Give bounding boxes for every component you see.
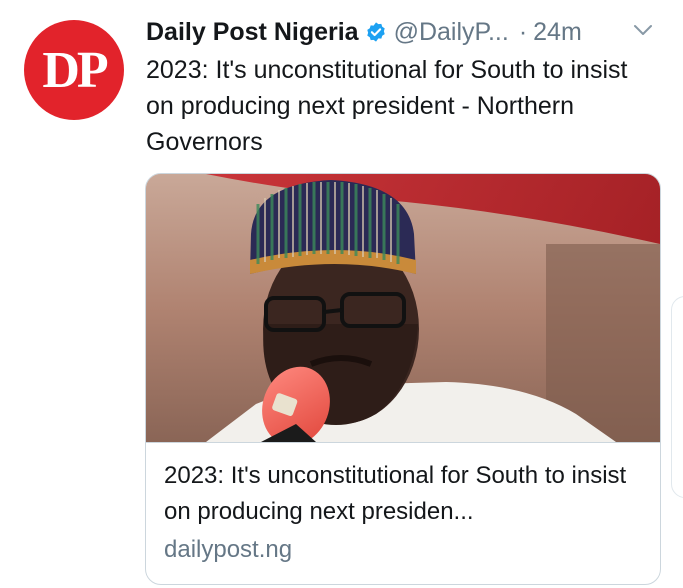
author-name[interactable]: Daily Post Nigeria (146, 18, 359, 47)
link-card[interactable]: 2023: It's unconstitutional for South to… (145, 173, 661, 585)
author-avatar[interactable]: DP (24, 20, 124, 120)
adjacent-panel-edge (671, 296, 683, 498)
header-separator: · (518, 17, 528, 46)
chevron-down-icon[interactable] (633, 23, 653, 37)
card-title[interactable]: 2023: It's unconstitutional for South to… (164, 458, 644, 530)
card-divider (146, 442, 660, 443)
tweet-timestamp[interactable]: 24m (533, 18, 582, 47)
card-photo (146, 174, 660, 442)
author-handle[interactable]: @DailyP... (394, 18, 509, 47)
tweet-header: Daily Post Nigeria @DailyP... · 24m (146, 14, 653, 50)
card-domain[interactable]: dailypost.ng (164, 536, 292, 564)
avatar-logo-text: DP (42, 41, 108, 99)
card-image[interactable] (146, 174, 660, 442)
tweet-text: 2023: It's unconstitutional for South to… (146, 56, 628, 156)
verified-badge-icon (366, 22, 385, 42)
